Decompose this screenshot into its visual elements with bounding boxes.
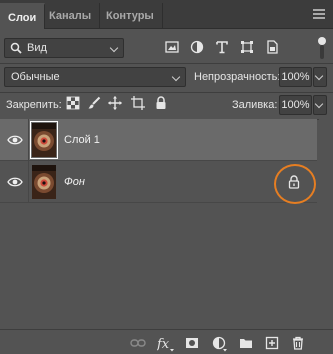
filter-kind-label: Вид (27, 42, 47, 54)
panel-tab-bar: Слои Каналы Контуры (0, 0, 333, 29)
filter-toggle-switch[interactable] (318, 37, 326, 59)
blend-mode-select[interactable]: Обычные (4, 67, 186, 87)
adjustment-layer-icon[interactable] (212, 336, 227, 352)
panel-footer: fx (0, 329, 333, 354)
fill-dropdown[interactable] (313, 95, 327, 115)
search-icon (10, 42, 22, 54)
layer-row-selected[interactable]: Слой 1 (0, 119, 317, 161)
opacity-dropdown[interactable] (313, 67, 327, 87)
chevron-down-icon (171, 72, 181, 82)
highlight-circle (274, 164, 316, 204)
layer-thumbnail[interactable] (30, 121, 58, 159)
layer-mask-icon[interactable] (185, 336, 199, 350)
divider (28, 119, 29, 161)
tab-paths[interactable]: Контуры (98, 3, 163, 29)
type-filter-icon[interactable] (215, 40, 229, 54)
tab-channels[interactable]: Каналы (41, 3, 101, 29)
eye-visibility-icon[interactable] (7, 134, 23, 146)
new-layer-icon[interactable] (265, 336, 279, 350)
layer-thumbnail[interactable] (32, 165, 56, 199)
fx-icon[interactable]: fx (157, 336, 174, 352)
fill-label: Заливка: (232, 99, 278, 111)
group-folder-icon[interactable] (239, 336, 253, 350)
divider (28, 161, 29, 203)
panel-menu-icon[interactable] (313, 9, 325, 19)
tab-layers[interactable]: Слои (0, 3, 46, 29)
smart-object-filter-icon[interactable] (265, 40, 279, 54)
chevron-down-icon (314, 99, 324, 109)
trash-icon[interactable] (291, 336, 305, 350)
divider (0, 63, 333, 64)
layers-panel: Слои Каналы Контуры Вид Обычные Непрозра… (0, 0, 333, 354)
chevron-down-icon (314, 71, 324, 81)
layer-name[interactable]: Слой 1 (64, 134, 100, 146)
image-filter-icon[interactable] (165, 40, 179, 54)
link-layers-icon[interactable] (130, 336, 146, 350)
shape-filter-icon[interactable] (240, 40, 254, 54)
divider (0, 92, 333, 93)
lock-artboard-icon[interactable] (131, 96, 145, 110)
lock-position-icon[interactable] (108, 96, 122, 110)
layer-name[interactable]: Фон (64, 176, 85, 188)
lock-transparent-pixels-icon[interactable] (66, 96, 80, 110)
blend-mode-value: Обычные (11, 71, 60, 83)
svg-text:fx: fx (157, 337, 170, 352)
lock-all-icon[interactable] (154, 96, 168, 110)
layers-list: Слой 1 Фон (0, 119, 333, 329)
adjustment-filter-icon[interactable] (190, 40, 204, 54)
layers-scrollbar[interactable] (319, 119, 333, 329)
fill-input[interactable]: 100% (279, 95, 312, 115)
layer-filter-select[interactable]: Вид (4, 38, 124, 58)
eye-visibility-icon[interactable] (7, 176, 23, 188)
lock-label: Закрепить: (6, 99, 62, 111)
opacity-input[interactable]: 100% (279, 67, 312, 87)
layer-row-background[interactable]: Фон (0, 161, 317, 203)
lock-image-pixels-icon[interactable] (87, 96, 101, 110)
opacity-label: Непрозрачность: (194, 71, 281, 83)
chevron-down-icon (109, 43, 119, 53)
